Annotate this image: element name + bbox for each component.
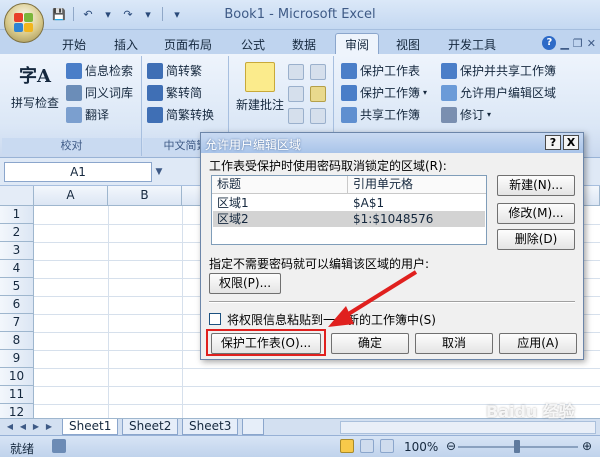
office-button[interactable] <box>4 3 44 43</box>
office-logo-icon <box>14 13 34 33</box>
annotation-arrow-head <box>328 306 354 327</box>
annotation-arrow-line <box>340 270 418 320</box>
watermark: Baidu 经验 <box>486 402 575 421</box>
annotation-arrow-icon <box>328 270 418 327</box>
